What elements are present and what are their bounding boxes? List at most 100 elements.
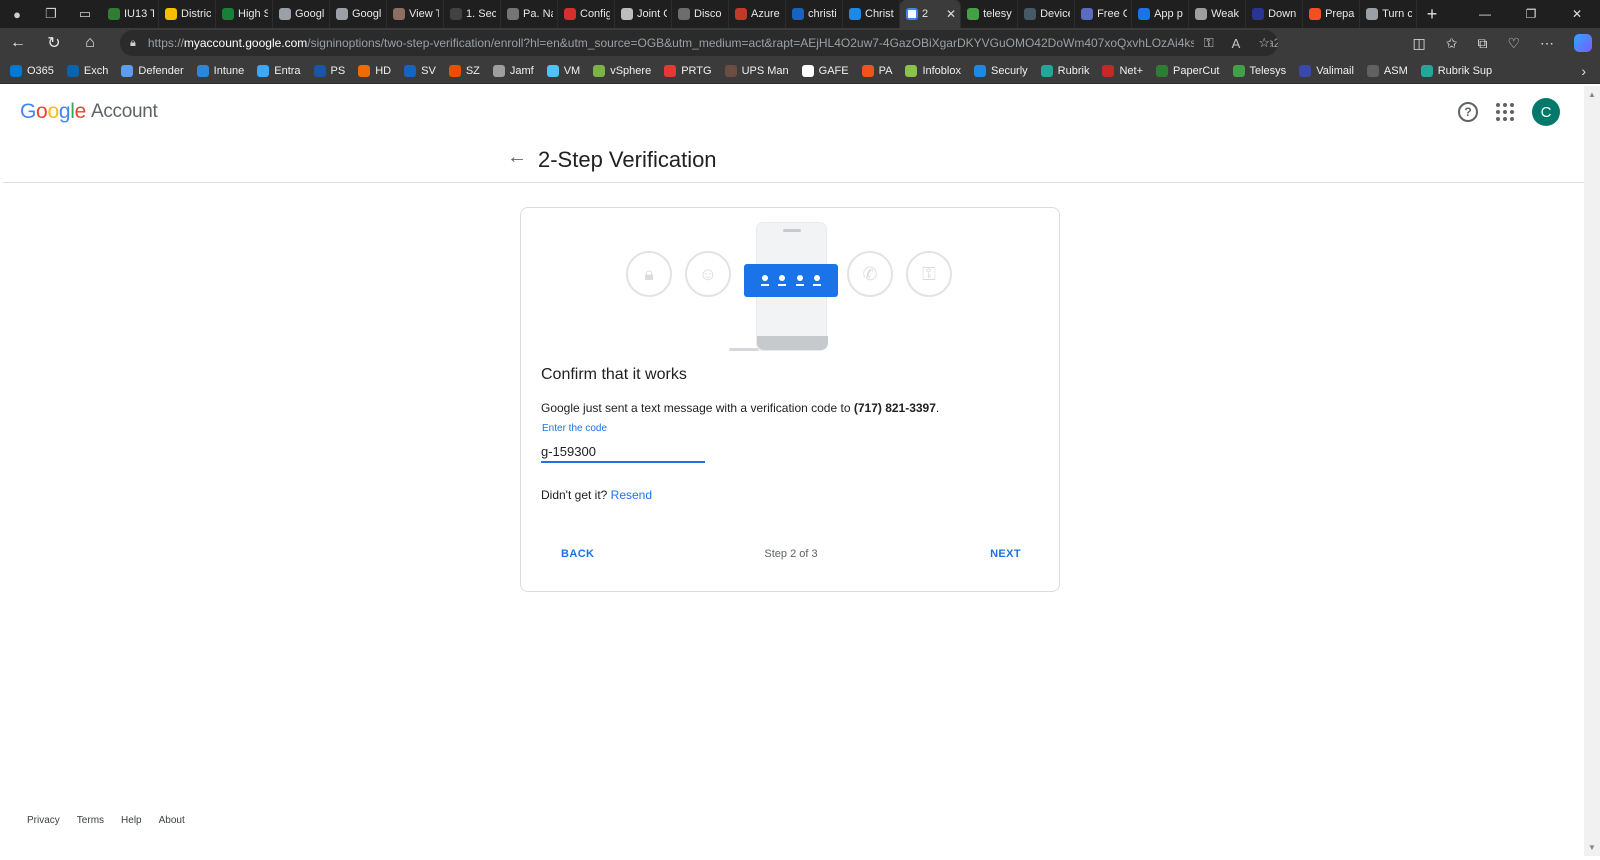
browser-tab[interactable]: View T [387,0,444,28]
browser-tab[interactable]: Googl [330,0,387,28]
minimize-icon[interactable]: — [1462,0,1508,28]
back-icon[interactable]: ← [0,28,36,58]
home-icon[interactable]: ⌂ [72,28,108,58]
refresh-icon[interactable]: ↻ [36,28,72,58]
bookmark-item[interactable]: Securly [973,64,1028,77]
address-bar[interactable]: 🔒︎ https://myaccount.google.com/signinop… [120,30,1278,56]
key-icon[interactable]: ⚿ [1204,35,1214,51]
favorite-star-icon[interactable]: ☆ [1258,35,1270,51]
bookmark-favicon [404,64,417,77]
browser-tab[interactable]: Config [558,0,615,28]
browser-essentials-icon[interactable]: ♡ [1507,35,1520,52]
bookmark-item[interactable]: PRTG [664,64,712,77]
browser-tab[interactable]: 2 ✕ [900,0,962,28]
bookmark-label: vSphere [610,64,652,77]
tab-title: Googl [295,8,325,20]
card-footer: Step 2 of 3 BACK NEXT [521,548,1061,568]
sms-message-suffix: . [935,401,940,415]
browser-tab[interactable]: Disco [672,0,729,28]
collections-icon[interactable]: ⧉ [1477,35,1487,52]
scroll-down-icon[interactable]: ▼ [1588,843,1596,852]
arrow-back-icon[interactable]: ← [507,146,527,169]
card-heading: Confirm that it works [541,366,687,383]
browser-tab[interactable]: Joint C [615,0,672,28]
browser-tab[interactable]: Christ [843,0,900,28]
close-window-icon[interactable]: ✕ [1554,0,1600,28]
bookmark-label: SV [421,64,436,77]
tab-actions-icon[interactable]: ▭ [68,0,102,28]
bookmark-item[interactable]: SV [404,64,436,77]
browser-tab[interactable]: High S [216,0,273,28]
lock-icon: 🔒︎ [130,36,136,49]
new-tab-button[interactable]: + [1417,4,1447,25]
next-button[interactable]: NEXT [990,548,1021,560]
bookmark-item[interactable]: O365 [10,64,54,77]
profile-icon[interactable]: ● [0,0,34,28]
browser-tab[interactable]: christi [786,0,843,28]
google-account-logo[interactable]: Google Account [20,100,158,124]
verification-code-input[interactable] [541,441,705,463]
restore-icon[interactable]: ❐ [1508,0,1554,28]
chevron-right-icon[interactable]: › [1581,58,1586,84]
split-screen-icon[interactable]: ◫ [1412,35,1425,52]
browser-tab[interactable]: Turn c [1360,0,1418,28]
browser-tab[interactable]: telesy [961,0,1019,28]
footer-privacy-link[interactable]: Privacy [27,815,60,826]
browser-tab[interactable]: Pa. Na [501,0,558,28]
favorites-icon[interactable]: ✩ [1446,35,1458,52]
bookmark-label: Jamf [509,64,534,77]
tab-title: 1. Sec [466,8,496,20]
bookmark-item[interactable]: PS [313,64,345,77]
tab-favicon [967,8,980,20]
bookmark-item[interactable]: Rubrik [1040,64,1089,77]
browser-tab[interactable]: Free C [1075,0,1133,28]
bookmark-item[interactable]: Entra [257,64,301,77]
browser-tab[interactable]: Googl [273,0,330,28]
footer-terms-link[interactable]: Terms [77,815,104,826]
bookmark-item[interactable]: Intune [196,64,244,77]
browser-tab[interactable]: IU13 T [102,0,159,28]
browser-tab[interactable]: App p [1132,0,1190,28]
browser-tab[interactable]: Down [1246,0,1304,28]
bookmark-item[interactable]: Jamf [492,64,534,77]
browser-tab[interactable]: Prepa [1303,0,1361,28]
bookmark-item[interactable]: PaperCut [1156,64,1220,77]
bookmark-item[interactable]: PA [861,64,892,77]
workspaces-icon[interactable]: ❐ [34,0,68,28]
back-button[interactable]: BACK [561,548,594,560]
help-icon[interactable]: ? [1458,102,1478,122]
browser-tab[interactable]: Distric [159,0,216,28]
bookmark-item[interactable]: HD [358,64,391,77]
read-aloud-icon[interactable]: A [1232,36,1241,51]
bookmark-item[interactable]: Infoblox [905,64,961,77]
footer-about-link[interactable]: About [159,815,185,826]
bookmark-favicon [1366,64,1379,77]
tab-close-icon[interactable]: ✕ [946,7,956,21]
phone-icon: ✆ [847,251,893,297]
browser-tab[interactable]: Weak [1189,0,1247,28]
bookmark-item[interactable]: UPS Man [724,64,789,77]
resend-link[interactable]: Resend [611,488,652,502]
avatar[interactable]: C [1532,98,1560,126]
window-controls: — ❐ ✕ [1462,0,1600,28]
bookmark-item[interactable]: ASM [1366,64,1408,77]
browser-tab[interactable]: Device [1018,0,1076,28]
bookmark-item[interactable]: vSphere [593,64,652,77]
scroll-up-icon[interactable]: ▲ [1588,90,1596,99]
bookmark-item[interactable]: SZ [448,64,480,77]
copilot-icon[interactable] [1574,34,1592,52]
more-menu-icon[interactable]: ⋯ [1540,35,1554,52]
bookmark-item[interactable]: Exch [66,64,108,77]
page-scrollbar[interactable]: ▲ ▼ [1584,86,1600,856]
footer-help-link[interactable]: Help [121,815,142,826]
bookmark-item[interactable]: Valimail [1299,64,1354,77]
bookmark-item[interactable]: Defender [121,64,184,77]
bookmark-item[interactable]: Net+ [1102,64,1143,77]
bookmark-item[interactable]: Telesys [1232,64,1286,77]
browser-tab[interactable]: Azure [729,0,786,28]
browser-tab[interactable]: 1. Sec [444,0,501,28]
bookmark-item[interactable]: VM [546,64,580,77]
bookmark-item[interactable]: GAFE [801,64,849,77]
apps-grid-icon[interactable] [1496,103,1514,121]
bookmark-item[interactable]: Rubrik Sup [1420,64,1492,77]
